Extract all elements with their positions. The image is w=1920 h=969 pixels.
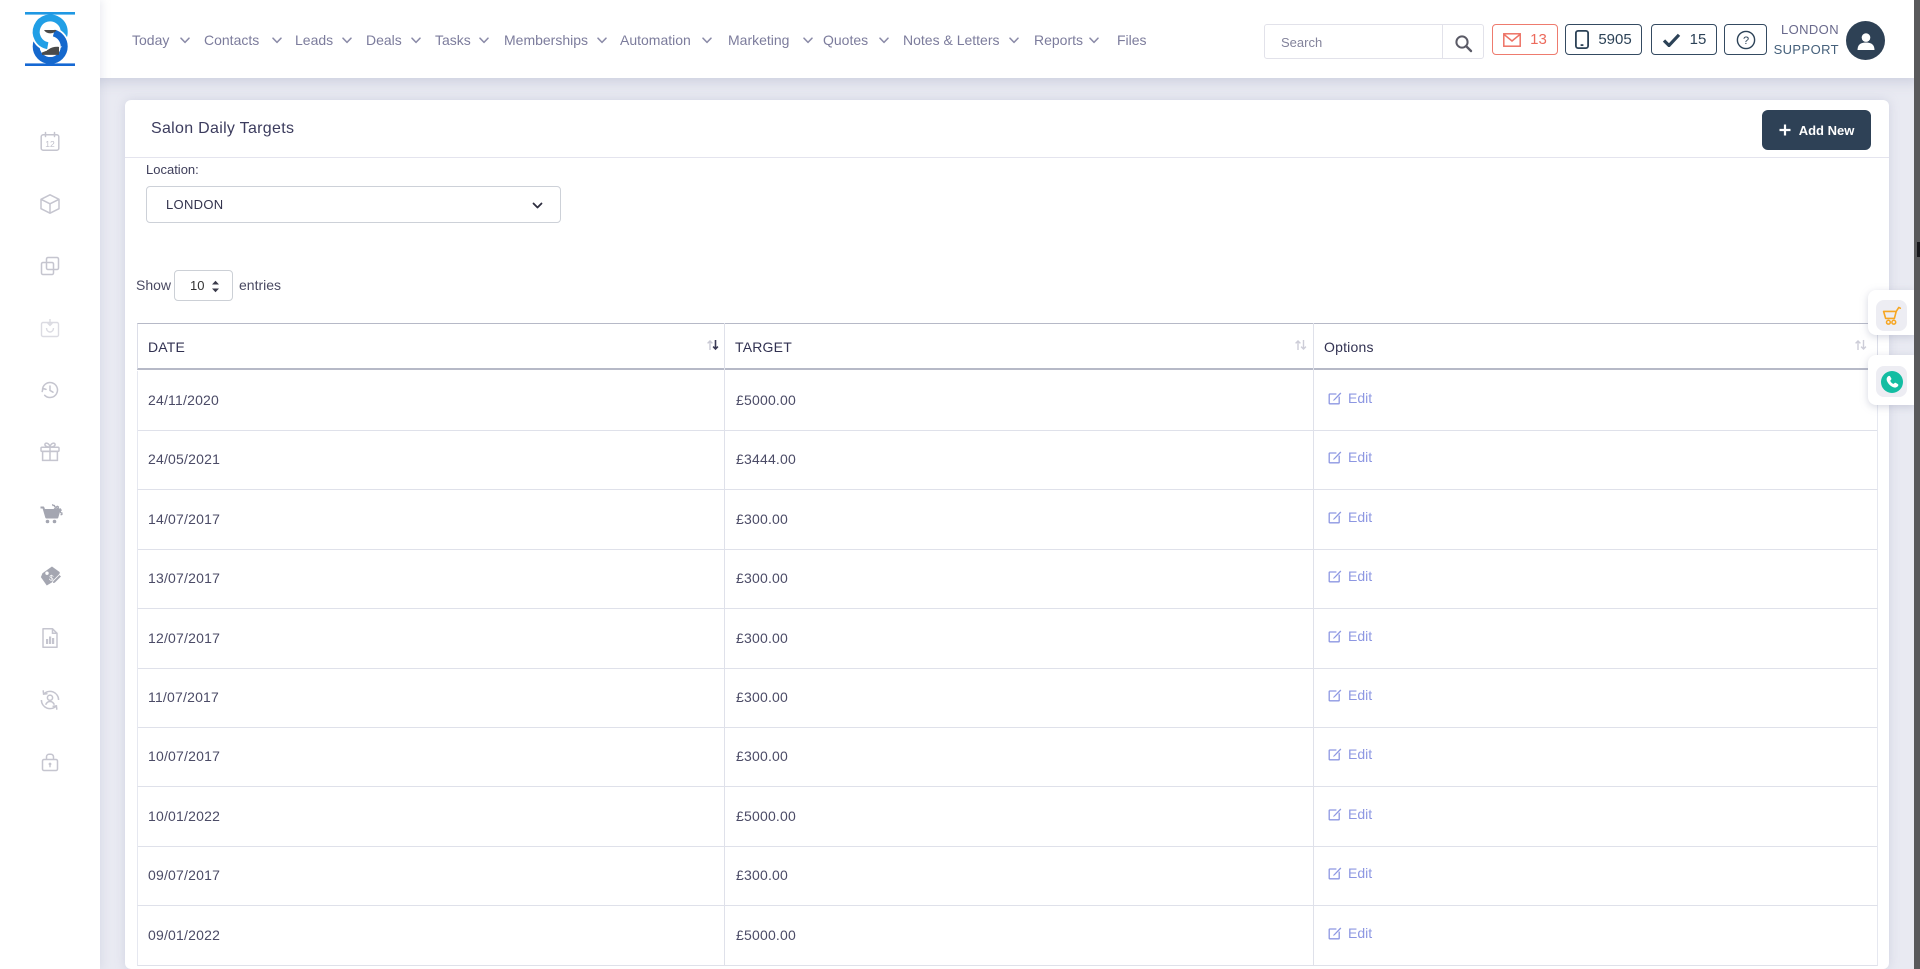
svg-text:12: 12: [45, 139, 55, 149]
svg-text:?: ?: [1742, 35, 1748, 47]
